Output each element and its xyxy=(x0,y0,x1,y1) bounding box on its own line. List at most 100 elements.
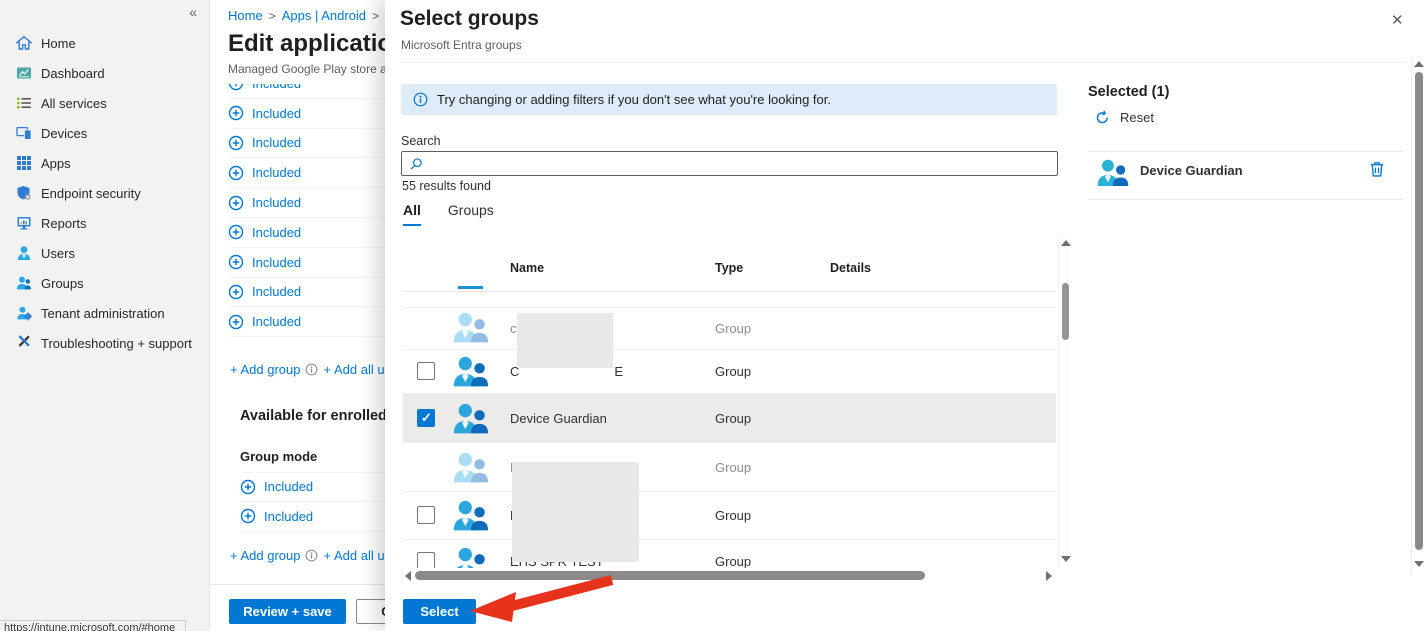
row-checkbox[interactable] xyxy=(417,552,435,568)
sidebar-item-label: Endpoint security xyxy=(41,186,141,201)
search-input[interactable] xyxy=(429,156,1057,171)
page-title: Edit application xyxy=(228,30,407,58)
tab-all[interactable]: All xyxy=(403,202,421,224)
group-icon xyxy=(1096,158,1130,190)
add-all-users-link[interactable]: + Add all u xyxy=(323,362,384,377)
scroll-down-arrow[interactable] xyxy=(1061,556,1071,562)
table-row[interactable]: c Group xyxy=(403,307,1056,350)
group-icon xyxy=(452,355,490,391)
select-button[interactable]: Select xyxy=(403,599,476,624)
sidebar-item-label: All services xyxy=(41,96,107,111)
info-circle-icon xyxy=(305,549,318,562)
included-group-link[interactable]: Included xyxy=(240,502,390,532)
included-group-link[interactable]: Included xyxy=(228,158,388,188)
sidebar-item-dashboard[interactable]: Dashboard xyxy=(0,58,209,88)
plus-circle-icon xyxy=(240,479,256,495)
included-group-link[interactable]: Included xyxy=(240,472,390,502)
included-label: Included xyxy=(264,479,313,494)
table-row-selected[interactable]: Device Guardian Group xyxy=(403,394,1056,443)
included-group-link[interactable]: Included xyxy=(228,278,388,308)
included-label: Included xyxy=(252,255,301,270)
panel-subtitle: Microsoft Entra groups xyxy=(401,38,522,52)
table-row[interactable]: E Group xyxy=(403,492,1056,540)
row-checkbox-checked[interactable] xyxy=(417,409,435,427)
plus-circle-icon xyxy=(228,224,244,240)
add-links-row: + Add group + Add all u xyxy=(230,548,385,563)
table-row[interactable]: CE Group xyxy=(403,350,1056,394)
column-header-name[interactable]: Name xyxy=(510,261,544,275)
sidebar-item-tenant-administration[interactable]: Tenant administration xyxy=(0,298,209,328)
scroll-down-arrow[interactable] xyxy=(1414,561,1424,567)
users-icon xyxy=(16,245,32,261)
panel-vertical-scrollbar[interactable] xyxy=(1411,58,1425,575)
dashboard-icon xyxy=(16,65,32,81)
reset-label: Reset xyxy=(1120,110,1154,125)
plus-circle-icon xyxy=(240,508,256,524)
included-group-link[interactable]: Included xyxy=(228,188,388,218)
review-save-button[interactable]: Review + save xyxy=(229,599,346,624)
sidebar-item-devices[interactable]: Devices xyxy=(0,118,209,148)
row-checkbox[interactable] xyxy=(417,362,435,380)
available-included-list: Included Included xyxy=(240,472,390,532)
plus-circle-icon xyxy=(228,254,244,270)
reports-icon xyxy=(16,215,32,231)
sidebar-collapse-icon[interactable]: « xyxy=(189,4,197,20)
sidebar-item-label: Devices xyxy=(41,126,87,141)
sidebar-item-label: Dashboard xyxy=(41,66,105,81)
scroll-left-arrow[interactable] xyxy=(405,571,411,581)
add-all-users-link[interactable]: + Add all u xyxy=(323,548,384,563)
plus-circle-icon xyxy=(228,314,244,330)
available-enrolled-heading: Available for enrolled xyxy=(240,408,387,424)
scroll-up-arrow[interactable] xyxy=(1061,240,1071,246)
scrollbar-thumb[interactable] xyxy=(1415,72,1423,550)
group-icon xyxy=(452,311,490,347)
sidebar: « Home Dashboard All services Devices Ap… xyxy=(0,0,210,631)
breadcrumb-separator: > xyxy=(372,9,379,23)
column-header-details[interactable]: Details xyxy=(830,261,871,275)
sidebar-item-apps[interactable]: Apps xyxy=(0,148,209,178)
sidebar-item-endpoint-security[interactable]: Endpoint security xyxy=(0,178,209,208)
sidebar-item-troubleshooting-support[interactable]: Troubleshooting + support xyxy=(0,328,209,358)
included-group-link[interactable]: Included xyxy=(228,218,388,248)
group-type: Group xyxy=(715,321,751,336)
included-group-link[interactable]: Included xyxy=(228,84,388,99)
included-group-link[interactable]: Included xyxy=(228,99,388,129)
group-type: Group xyxy=(715,460,751,475)
included-group-link[interactable]: Included xyxy=(228,307,388,337)
reset-button[interactable]: Reset xyxy=(1095,110,1154,125)
table-horizontal-scrollbar[interactable] xyxy=(403,569,1058,582)
scrollbar-thumb[interactable] xyxy=(415,571,925,580)
table-row[interactable]: EHS SPR TEST Group xyxy=(403,540,1056,568)
add-links-row: + Add group + Add all u xyxy=(230,362,385,377)
add-group-link[interactable]: + Add group xyxy=(230,548,300,563)
sidebar-item-users[interactable]: Users xyxy=(0,238,209,268)
plus-circle-icon xyxy=(228,105,244,121)
sidebar-item-all-services[interactable]: All services xyxy=(0,88,209,118)
included-label: Included xyxy=(252,225,301,240)
column-header-type[interactable]: Type xyxy=(715,261,743,275)
plus-circle-icon xyxy=(228,195,244,211)
home-icon xyxy=(16,35,32,51)
add-group-link[interactable]: + Add group xyxy=(230,362,300,377)
sidebar-item-home[interactable]: Home xyxy=(0,28,209,58)
breadcrumb-apps-android-link[interactable]: Apps | Android xyxy=(282,8,366,23)
breadcrumb-home-link[interactable]: Home xyxy=(228,8,263,23)
tab-groups[interactable]: Groups xyxy=(448,202,494,224)
group-type: Group xyxy=(715,508,751,523)
table-row[interactable]: D Group xyxy=(403,443,1056,492)
plus-circle-icon xyxy=(228,135,244,151)
sidebar-item-groups[interactable]: Groups xyxy=(0,268,209,298)
included-label: Included xyxy=(252,106,301,121)
included-group-link[interactable]: Included xyxy=(228,129,388,159)
scroll-up-arrow[interactable] xyxy=(1414,61,1424,67)
row-checkbox[interactable] xyxy=(417,506,435,524)
scroll-right-arrow[interactable] xyxy=(1046,571,1052,581)
table-vertical-scrollbar[interactable] xyxy=(1058,236,1071,568)
sidebar-item-reports[interactable]: Reports xyxy=(0,208,209,238)
scrollbar-thumb[interactable] xyxy=(1062,283,1069,340)
included-group-link[interactable]: Included xyxy=(228,248,388,278)
close-icon[interactable]: ✕ xyxy=(1391,11,1404,29)
trash-icon[interactable] xyxy=(1368,160,1386,178)
included-label: Included xyxy=(252,284,301,299)
search-icon xyxy=(409,157,423,171)
